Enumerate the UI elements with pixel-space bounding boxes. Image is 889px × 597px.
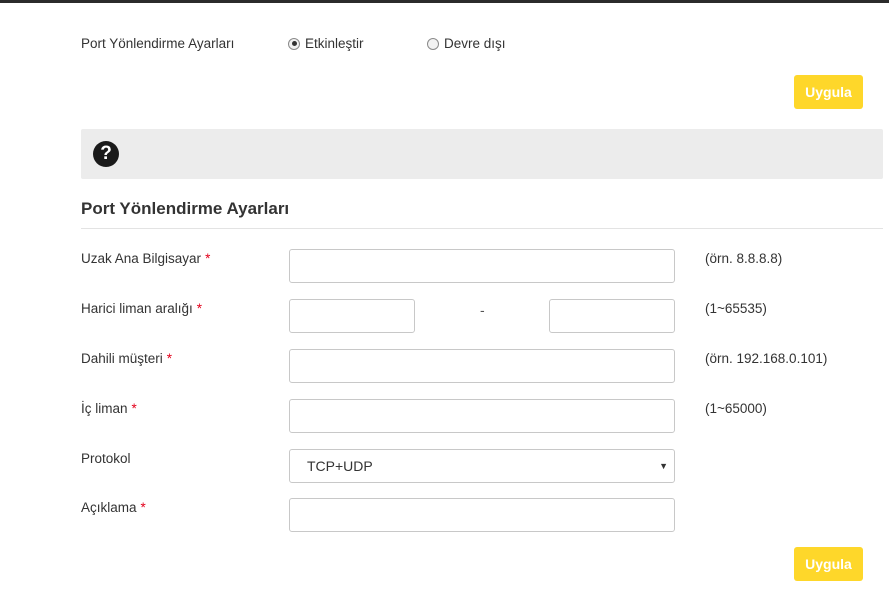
internal-port-label: İç liman * xyxy=(81,401,137,416)
apply-button-top[interactable]: Uygula xyxy=(794,75,863,109)
required-marker: * xyxy=(205,251,211,266)
description-label-text: Açıklama xyxy=(81,500,137,515)
port-forwarding-status-label: Port Yönlendirme Ayarları xyxy=(81,36,235,51)
range-separator: - xyxy=(480,302,485,318)
required-marker: * xyxy=(196,301,203,316)
protocol-label: Protokol xyxy=(81,451,131,466)
radio-disable[interactable]: Devre dışı xyxy=(427,36,506,51)
external-range-hint: (1~65535) xyxy=(705,301,767,316)
radio-enable[interactable]: Etkinleştir xyxy=(288,36,364,51)
section-divider xyxy=(81,228,883,229)
internal-client-label-text: Dahili müşteri xyxy=(81,351,163,366)
remote-host-hint: (örn. 8.8.8.8) xyxy=(705,251,783,266)
internal-client-hint: (örn. 192.168.0.101) xyxy=(705,351,828,366)
section-title: Port Yönlendirme Ayarları xyxy=(81,199,290,218)
dropdown-arrow-icon: ▼ xyxy=(659,461,668,471)
remote-host-input[interactable] xyxy=(289,249,675,283)
apply-button-bottom[interactable]: Uygula xyxy=(794,547,863,581)
external-range-start-input[interactable] xyxy=(289,299,415,333)
required-marker: * xyxy=(166,351,173,366)
radio-selected-icon[interactable] xyxy=(288,37,300,50)
description-input[interactable] xyxy=(289,498,675,532)
required-marker: * xyxy=(131,401,137,416)
help-icon[interactable]: ? xyxy=(93,141,119,167)
remote-host-label: Uzak Ana Bilgisayar * xyxy=(81,251,210,266)
top-bar xyxy=(0,0,889,3)
required-marker: * xyxy=(140,500,146,515)
protocol-selected-value: TCP+UDP xyxy=(307,458,373,474)
description-label: Açıklama * xyxy=(81,500,146,515)
protocol-select[interactable]: TCP+UDP ▼ xyxy=(289,449,675,483)
radio-unselected-icon[interactable] xyxy=(427,37,439,50)
help-bar: ? xyxy=(81,129,883,179)
internal-port-input[interactable] xyxy=(289,399,675,433)
external-range-end-input[interactable] xyxy=(549,299,675,333)
internal-client-label: Dahili müşteri * xyxy=(81,351,172,366)
radio-enable-label: Etkinleştir xyxy=(305,36,364,51)
external-range-label: Harici liman aralığı * xyxy=(81,301,202,316)
remote-host-label-text: Uzak Ana Bilgisayar xyxy=(81,251,202,266)
internal-client-input[interactable] xyxy=(289,349,675,383)
internal-port-label-text: İç liman xyxy=(81,401,128,416)
internal-port-hint: (1~65000) xyxy=(705,401,767,416)
external-range-label-text: Harici liman aralığı xyxy=(81,301,193,316)
radio-disable-label: Devre dışı xyxy=(444,36,506,51)
